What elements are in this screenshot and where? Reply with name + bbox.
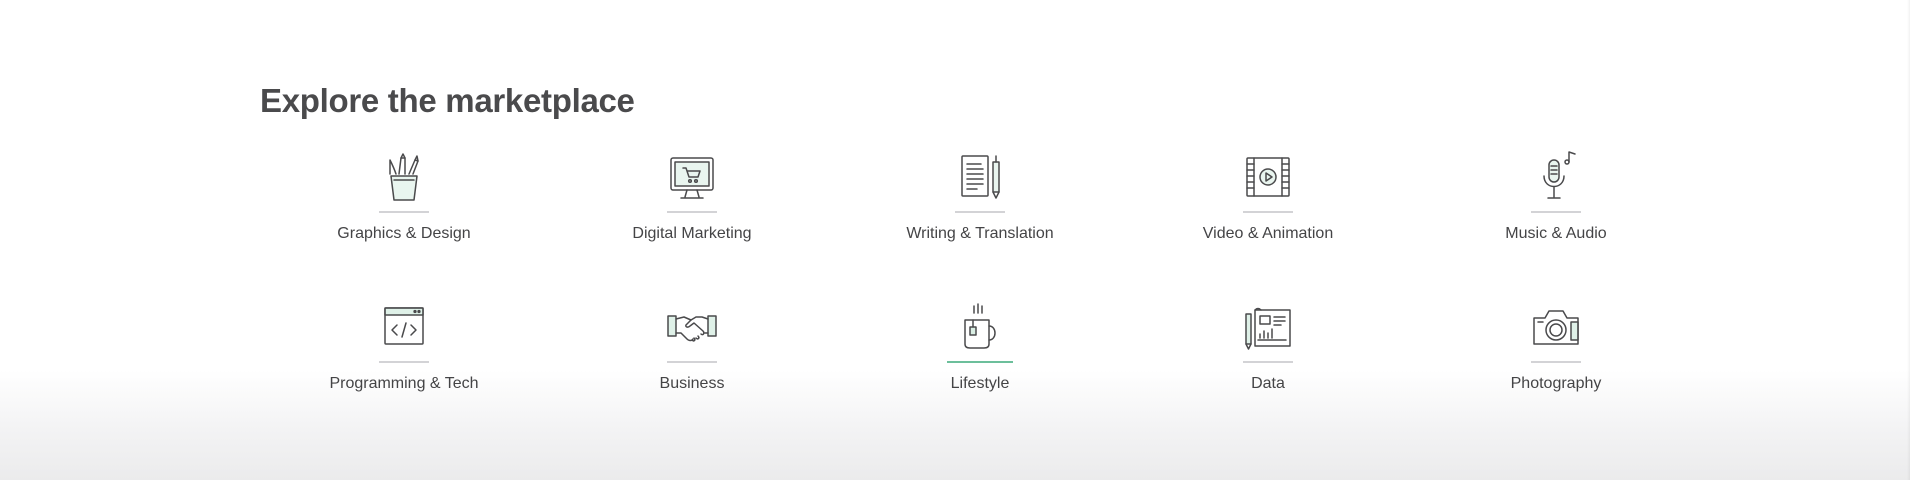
- handshake-icon: [665, 300, 719, 354]
- section-title: Explore the marketplace: [260, 82, 635, 119]
- category-label: Video & Animation: [1202, 225, 1334, 242]
- category-writing-translation[interactable]: Writing & Translation: [836, 150, 1124, 300]
- code-window-icon: [377, 300, 431, 354]
- category-divider: [379, 211, 429, 213]
- camera-icon: [1529, 300, 1583, 354]
- data-board-icon: [1241, 300, 1295, 354]
- pencil-cup-icon: [377, 150, 431, 204]
- category-divider: [1531, 361, 1581, 363]
- category-divider-active: [947, 361, 1013, 363]
- category-photography[interactable]: Photography: [1412, 300, 1700, 450]
- category-label: Music & Audio: [1505, 225, 1607, 242]
- category-divider: [667, 361, 717, 363]
- category-divider: [1531, 211, 1581, 213]
- category-label: Data: [1251, 375, 1285, 392]
- marketplace-section: Explore the marketplace Graphics & Desig…: [260, 0, 1700, 480]
- category-business[interactable]: Business: [548, 300, 836, 450]
- category-divider: [1243, 361, 1293, 363]
- category-grid: Graphics & Design Digital Marketing Writ…: [260, 150, 1700, 450]
- category-label: Graphics & Design: [337, 225, 471, 242]
- category-divider: [379, 361, 429, 363]
- category-label: Business: [659, 375, 725, 392]
- category-lifestyle[interactable]: Lifestyle: [836, 300, 1124, 450]
- mug-icon: [953, 300, 1007, 354]
- microphone-note-icon: [1529, 150, 1583, 204]
- category-label: Writing & Translation: [906, 225, 1054, 242]
- category-label: Digital Marketing: [632, 225, 752, 242]
- category-label: Programming & Tech: [329, 375, 479, 392]
- category-video-animation[interactable]: Video & Animation: [1124, 150, 1412, 300]
- category-music-audio[interactable]: Music & Audio: [1412, 150, 1700, 300]
- category-programming-tech[interactable]: Programming & Tech: [260, 300, 548, 450]
- category-divider: [1243, 211, 1293, 213]
- document-pen-icon: [953, 150, 1007, 204]
- category-label: Photography: [1510, 375, 1602, 392]
- film-play-icon: [1241, 150, 1295, 204]
- monitor-cart-icon: [665, 150, 719, 204]
- category-graphics-design[interactable]: Graphics & Design: [260, 150, 548, 300]
- category-divider: [667, 211, 717, 213]
- category-digital-marketing[interactable]: Digital Marketing: [548, 150, 836, 300]
- category-divider: [955, 211, 1005, 213]
- category-label: Lifestyle: [950, 375, 1010, 392]
- category-data[interactable]: Data: [1124, 300, 1412, 450]
